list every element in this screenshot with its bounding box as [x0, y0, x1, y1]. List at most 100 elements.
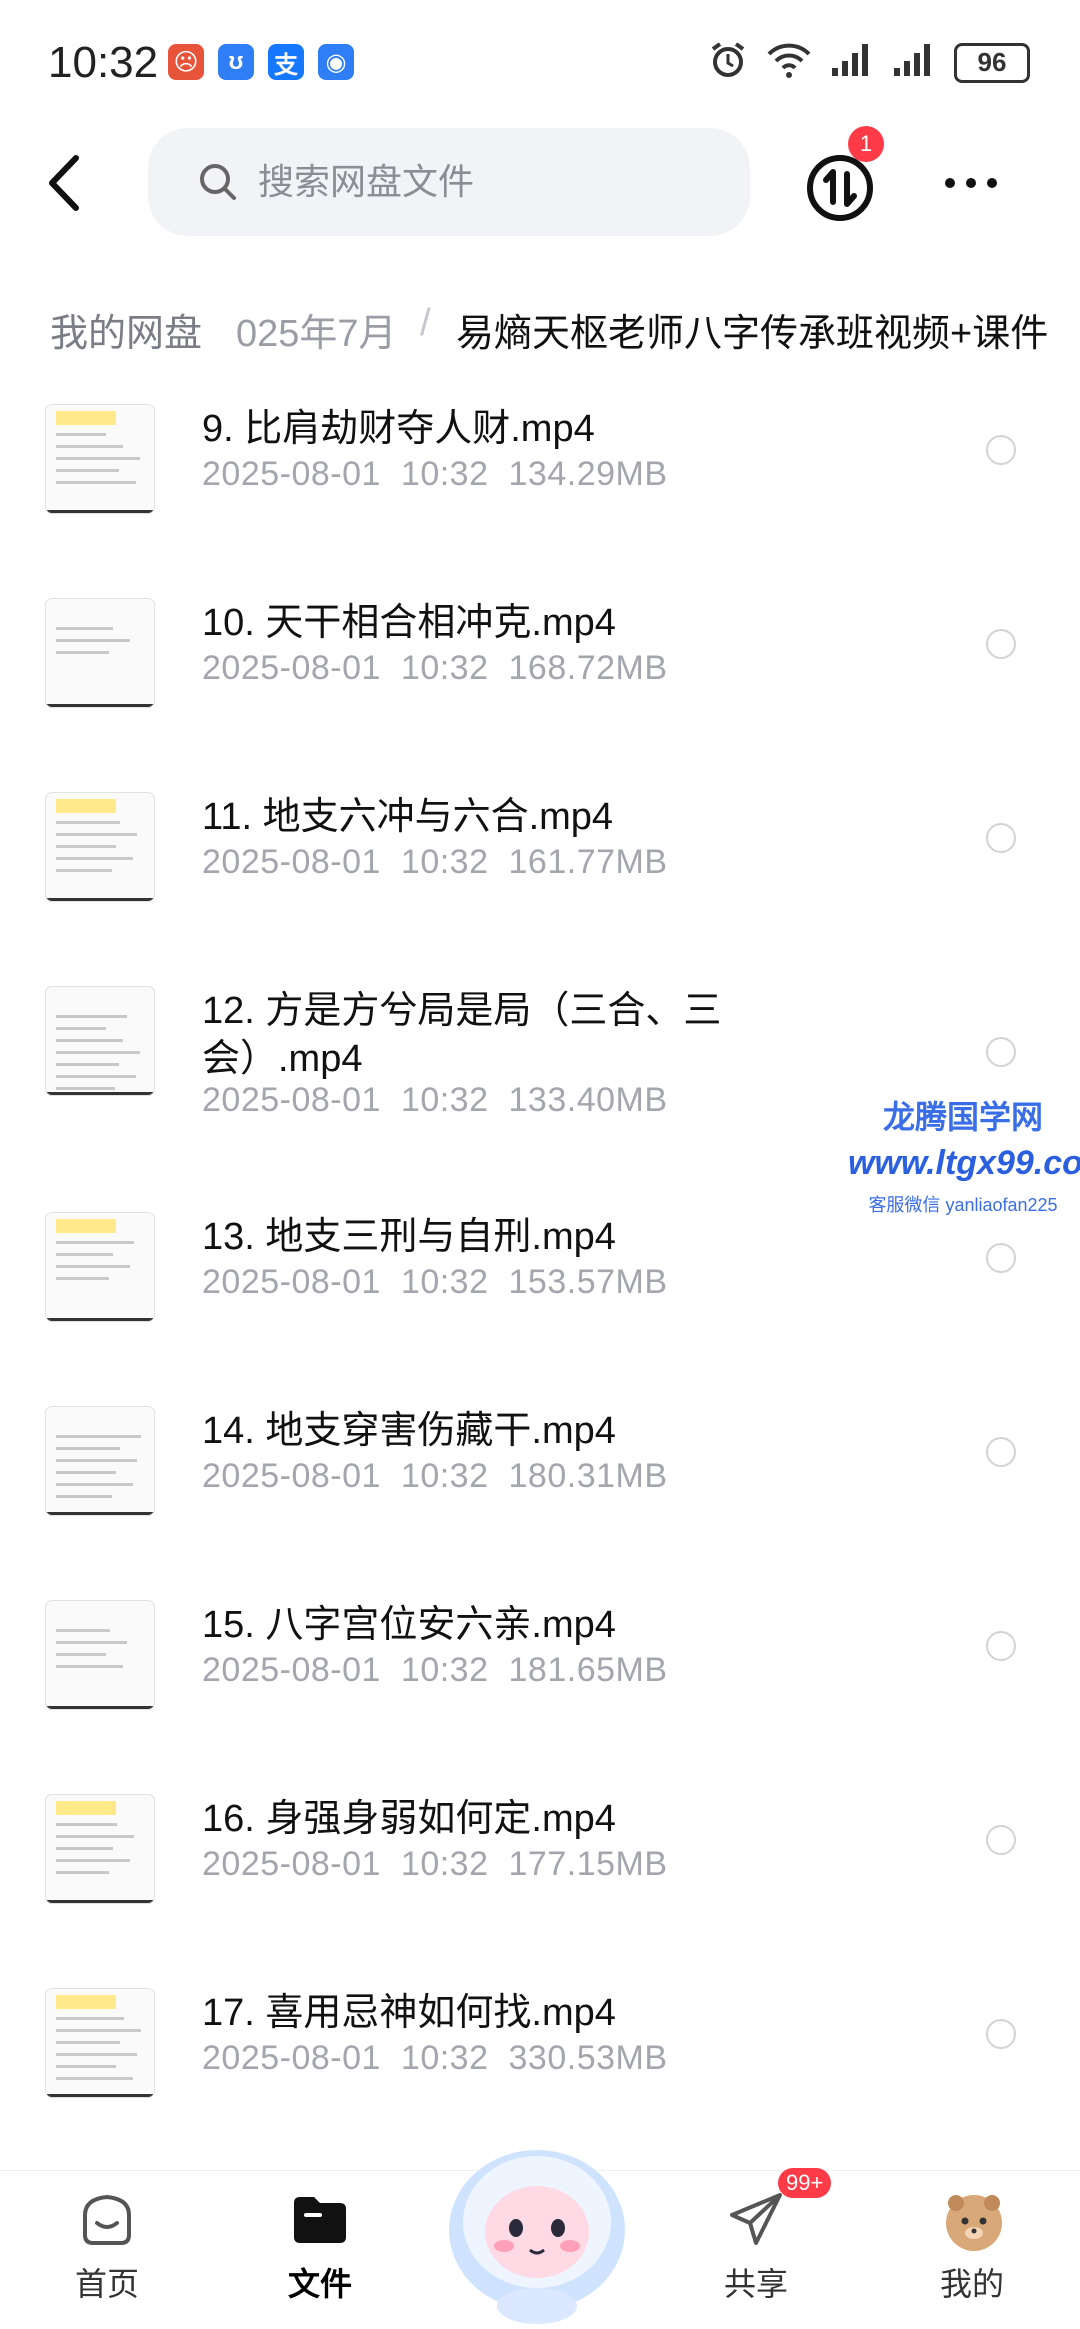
notification-badge: 1 [848, 126, 884, 162]
video-thumbnail[interactable] [46, 405, 154, 513]
nav-me-label: 我的 [939, 2266, 1004, 2302]
select-checkbox[interactable] [986, 1825, 1016, 1855]
select-checkbox[interactable] [986, 435, 1016, 465]
file-time: 10:32 [400, 2039, 489, 2077]
video-thumbnail[interactable] [46, 987, 154, 1095]
file-date: 2025-08-01 [202, 1651, 381, 1689]
file-row[interactable]: 10. 天干相合相冲克.mp4 2025-08-01 10:32 168.72MB [0, 589, 1080, 779]
file-date: 2025-08-01 [202, 1263, 381, 1301]
search-icon [200, 164, 236, 200]
file-row[interactable]: 11. 地支六冲与六合.mp4 2025-08-01 10:32 161.77MB [0, 783, 1080, 973]
nav-me[interactable]: 我的 [912, 2189, 1032, 2305]
nav-share-label: 共享 [723, 2266, 788, 2302]
file-date: 2025-08-01 [202, 843, 381, 881]
shield-app-icon: ◉ [318, 44, 354, 80]
nav-files[interactable]: 文件 [260, 2189, 380, 2305]
file-time: 10:32 [400, 649, 489, 687]
file-meta: 2025-08-01 10:32 181.65MB [202, 1651, 688, 1690]
mascot-icon [449, 2150, 625, 2324]
file-meta: 2025-08-01 10:32 134.29MB [202, 455, 688, 494]
alipay-icon: 支 [268, 44, 304, 80]
nav-home[interactable]: 首页 [47, 2189, 167, 2305]
video-thumbnail[interactable] [46, 1407, 154, 1515]
file-meta: 2025-08-01 10:32 168.72MB [202, 649, 688, 688]
file-date: 2025-08-01 [202, 1845, 381, 1883]
file-size: 180.31MB [508, 1457, 668, 1495]
file-size: 177.15MB [508, 1845, 668, 1883]
search-input[interactable] [256, 160, 680, 204]
file-meta: 2025-08-01 10:32 133.40MB [202, 1081, 688, 1120]
battery-icon: 96 [954, 42, 1030, 83]
video-thumbnail[interactable] [46, 1989, 154, 2097]
nav-home-label: 首页 [74, 2266, 139, 2302]
top-header: 1 [0, 126, 1080, 238]
video-thumbnail[interactable] [46, 793, 154, 901]
avatar [942, 2189, 1002, 2251]
file-name: 10. 天干相合相冲克.mp4 [202, 602, 616, 644]
paper-plane-icon [726, 2189, 786, 2249]
file-meta: 2025-08-01 10:32 153.57MB [202, 1263, 688, 1302]
file-name: 16. 身强身弱如何定.mp4 [202, 1798, 616, 1840]
file-time: 10:32 [400, 1081, 489, 1119]
file-time: 10:32 [400, 1263, 489, 1301]
select-checkbox[interactable] [986, 1437, 1016, 1467]
select-checkbox[interactable] [986, 1037, 1016, 1067]
video-thumbnail[interactable] [46, 1795, 154, 1903]
video-thumbnail[interactable] [46, 599, 154, 707]
file-meta: 2025-08-01 10:32 177.15MB [202, 1845, 688, 1884]
signal-icon-1 [830, 42, 874, 83]
select-checkbox[interactable] [986, 2019, 1016, 2049]
file-name: 11. 地支六冲与六合.mp4 [202, 796, 614, 838]
file-time: 10:32 [400, 1845, 489, 1883]
file-date: 2025-08-01 [202, 455, 381, 493]
assistant-mascot-button[interactable] [432, 2110, 642, 2324]
file-time: 10:32 [400, 1651, 489, 1689]
folder-icon [290, 2189, 350, 2249]
file-row[interactable]: 13. 地支三刑与自刑.mp4 2025-08-01 10:32 153.57MB [0, 1203, 1080, 1393]
alarm-icon [708, 40, 748, 85]
breadcrumb-parent[interactable]: 025年7月 [236, 302, 397, 357]
clock: 10:32 [48, 38, 159, 87]
home-icon [77, 2189, 137, 2249]
file-row[interactable]: 15. 八字宫位安六亲.mp4 2025-08-01 10:32 181.65MB [0, 1591, 1080, 1781]
breadcrumb-root[interactable]: 我的网盘 [50, 302, 223, 357]
breadcrumb-current: 易熵天枢老师八字传承班视频+课件 [456, 313, 1049, 355]
more-options-button[interactable] [936, 158, 1006, 208]
more-dots-icon [945, 178, 997, 188]
nav-share[interactable]: 共享 [696, 2189, 816, 2305]
status-bar: 10:32 ☹ ʊ 支 ◉ 96 [0, 0, 1080, 120]
file-date: 2025-08-01 [202, 2039, 381, 2077]
file-row[interactable]: 16. 身强身弱如何定.mp4 2025-08-01 10:32 177.15MB [0, 1785, 1080, 1975]
file-meta: 2025-08-01 10:32 330.53MB [202, 2039, 688, 2078]
file-size: 133.40MB [508, 1081, 668, 1119]
search-bar[interactable] [148, 128, 750, 236]
wifi-icon [766, 40, 812, 85]
file-name: 17. 喜用忌神如何找.mp4 [202, 1992, 616, 2034]
back-button[interactable] [36, 148, 96, 218]
file-size: 168.72MB [508, 649, 668, 687]
file-row[interactable]: 14. 地支穿害伤藏干.mp4 2025-08-01 10:32 180.31MB [0, 1397, 1080, 1587]
select-checkbox[interactable] [986, 629, 1016, 659]
select-checkbox[interactable] [986, 823, 1016, 853]
video-thumbnail[interactable] [46, 1601, 154, 1709]
select-checkbox[interactable] [986, 1243, 1016, 1273]
file-name: 14. 地支穿害伤藏干.mp4 [202, 1410, 616, 1452]
file-row[interactable]: 9. 比肩劫财夺人财.mp4 2025-08-01 10:32 134.29MB [0, 395, 1080, 585]
reddit-like-app-icon: ☹ [168, 44, 204, 80]
video-thumbnail[interactable] [46, 1213, 154, 1321]
watermark-title: 龙腾国学网 [882, 1099, 1043, 1135]
watermark-contact: 客服微信 yanliaofan225 [868, 1195, 1058, 1215]
select-checkbox[interactable] [986, 1631, 1016, 1661]
file-date: 2025-08-01 [202, 1081, 381, 1119]
file-size: 134.29MB [508, 455, 668, 493]
share-count-badge: 99+ [778, 2168, 832, 2198]
file-time: 10:32 [400, 1457, 489, 1495]
chevron-left-icon [49, 155, 79, 211]
file-date: 2025-08-01 [202, 649, 381, 687]
file-size: 153.57MB [508, 1263, 668, 1301]
file-time: 10:32 [400, 843, 489, 881]
signal-icon-2 [892, 42, 936, 83]
app-notification-icons: ☹ ʊ 支 ◉ [168, 44, 354, 80]
file-name: 15. 八字宫位安六亲.mp4 [202, 1604, 616, 1646]
file-date: 2025-08-01 [202, 1457, 381, 1495]
